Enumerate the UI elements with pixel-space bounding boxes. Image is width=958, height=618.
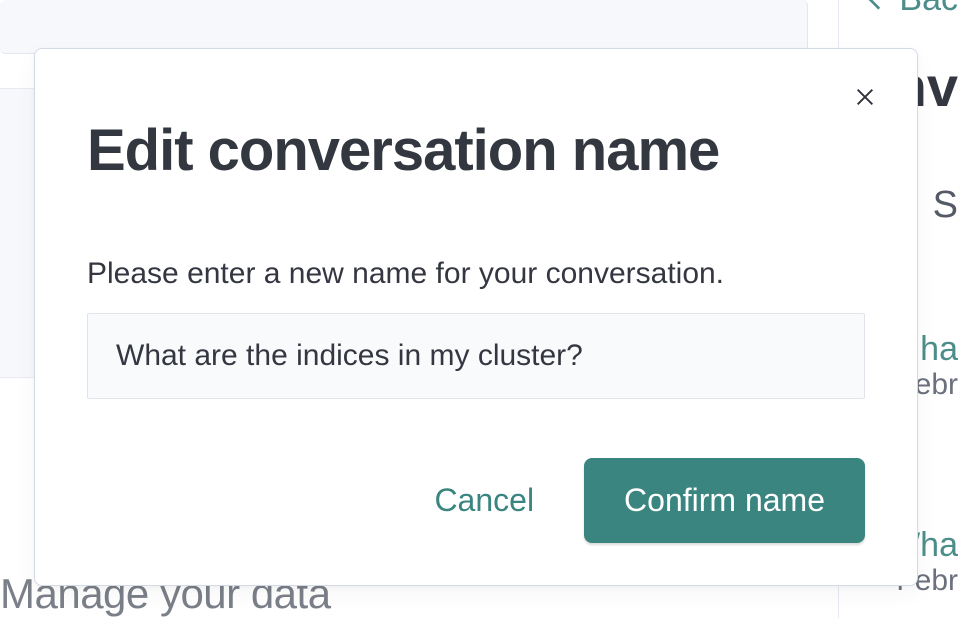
- cancel-button[interactable]: Cancel: [424, 464, 544, 537]
- modal-description: Please enter a new name for your convers…: [87, 257, 865, 291]
- edit-conversation-modal: Edit conversation name Please enter a ne…: [34, 48, 918, 586]
- close-button[interactable]: [845, 77, 885, 117]
- bg-s-fragment: S: [933, 184, 958, 227]
- modal-footer: Cancel Confirm name: [87, 458, 865, 543]
- close-icon: [854, 86, 876, 108]
- bg-link-fragment-1: ha: [920, 330, 958, 369]
- conversation-name-input[interactable]: [87, 313, 865, 399]
- modal-title: Edit conversation name: [87, 119, 865, 183]
- arrow-left-icon: [863, 0, 889, 13]
- confirm-button[interactable]: Confirm name: [584, 458, 865, 543]
- bg-top-box: [0, 0, 808, 54]
- bg-back-link: Bac: [855, 0, 958, 19]
- bg-back-label: Bac: [899, 0, 958, 19]
